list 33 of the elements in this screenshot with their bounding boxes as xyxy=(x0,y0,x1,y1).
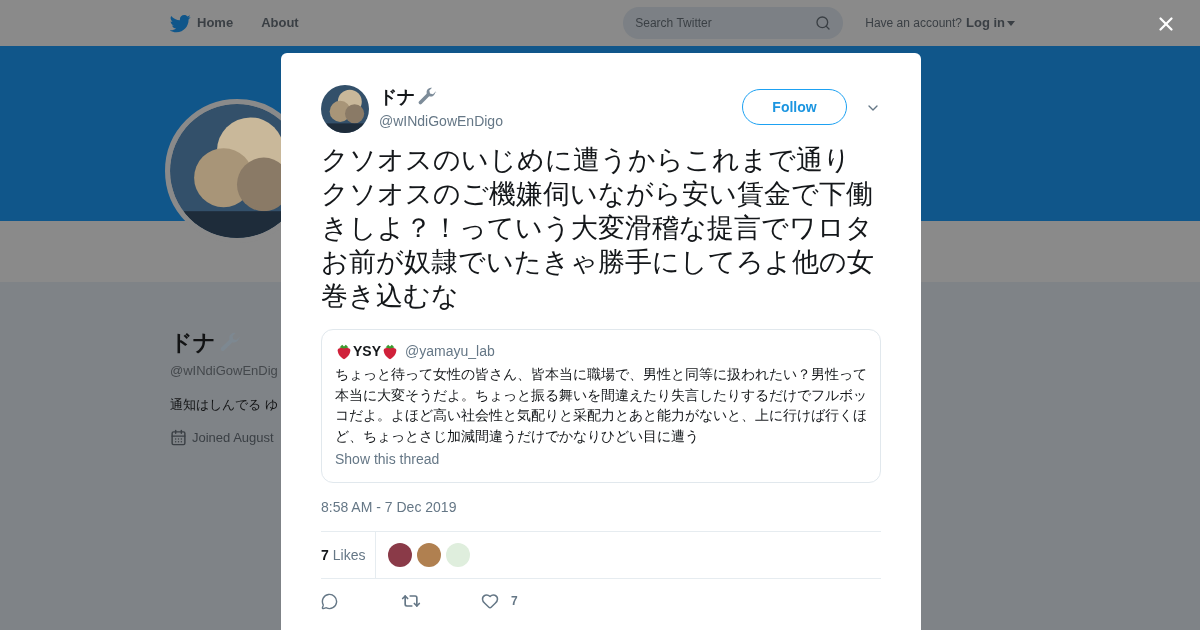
likes-label[interactable]: Likes xyxy=(332,544,366,566)
search-field[interactable]: Search Twitter xyxy=(623,7,844,39)
nav-link[interactable]: About xyxy=(261,13,299,33)
profile-handle: @wINdiGowEnDig xyxy=(170,362,279,380)
author-name[interactable]: ドナ xyxy=(379,83,415,111)
quote-author-handle: @yamayu_lab xyxy=(405,342,495,361)
heart-icon[interactable] xyxy=(481,592,499,610)
likes-count[interactable]: 7 xyxy=(321,544,329,566)
like-count: 7 xyxy=(511,593,518,610)
nav-link[interactable]: Home xyxy=(197,13,234,33)
tweet-timestamp: 8:58 AM - 7 Dec 2019 xyxy=(321,498,458,517)
search-icon[interactable] xyxy=(815,15,832,31)
profile-name: ドナ xyxy=(170,329,216,357)
reply-icon[interactable] xyxy=(321,592,338,610)
calendar-icon xyxy=(170,429,187,447)
quoted-tweet[interactable]: YSY @yamayu_lab ちょっと待って女性の皆さん、皆本当に職場で、男性と同等に扱われたい？男性って本当に大変そうだよ。ちょっと振る舞いを間違えたり失言したりするだけでフルボッコだよ。よほど高い社会性と気配りと采配力とあと能力がないと、上に行けば行くほど、ちょっとさじ加減間違うだけでかなりひどい目に遭う Show this thread xyxy=(321,329,881,483)
joined-date: Joined August xyxy=(192,429,274,447)
author-handle[interactable]: @wINdiGowEnDigo xyxy=(379,111,503,132)
tweet-text: クソオスのいじめに遭うからこれまで通り xyxy=(321,144,852,177)
bird-icon xyxy=(170,12,191,34)
quote-text: ちょっと待って女性の皆さん、皆本当に職場で、男性と同等に扱われたい？男性って本当に大変そうだよ。ちょっと振る舞いを間違えたり失言したりするだけでフルボッコだよ。よほど高い社会性と気配りと采配力とあと能力がないと、上に行けば行くほど、ちょっとさじ加減間違うだけでかなりひどい目に遭う xyxy=(335,365,867,446)
caret-icon xyxy=(1007,20,1015,26)
avatar[interactable] xyxy=(417,543,442,567)
strawberry-icon xyxy=(335,342,353,361)
avatar[interactable] xyxy=(388,543,413,567)
account-prompt: Have an account? xyxy=(865,15,962,32)
quote-author-name: YSY xyxy=(353,342,381,361)
show-thread-link[interactable]: Show this thread xyxy=(335,449,867,470)
tweet-text: クソオスのご機嫌伺いながら安い賃金で下働きしよ？！っていう大変滑稽な提言でワロタ xyxy=(321,178,874,245)
login-button[interactable]: Log in xyxy=(966,13,1015,33)
strawberry-icon xyxy=(381,342,399,361)
profile-bio: 通知はしんでる ゆ xyxy=(170,395,279,414)
tweet-text: お前が奴隷でいたきゃ勝手にしてろよ他の女巻き込むな xyxy=(321,246,875,313)
